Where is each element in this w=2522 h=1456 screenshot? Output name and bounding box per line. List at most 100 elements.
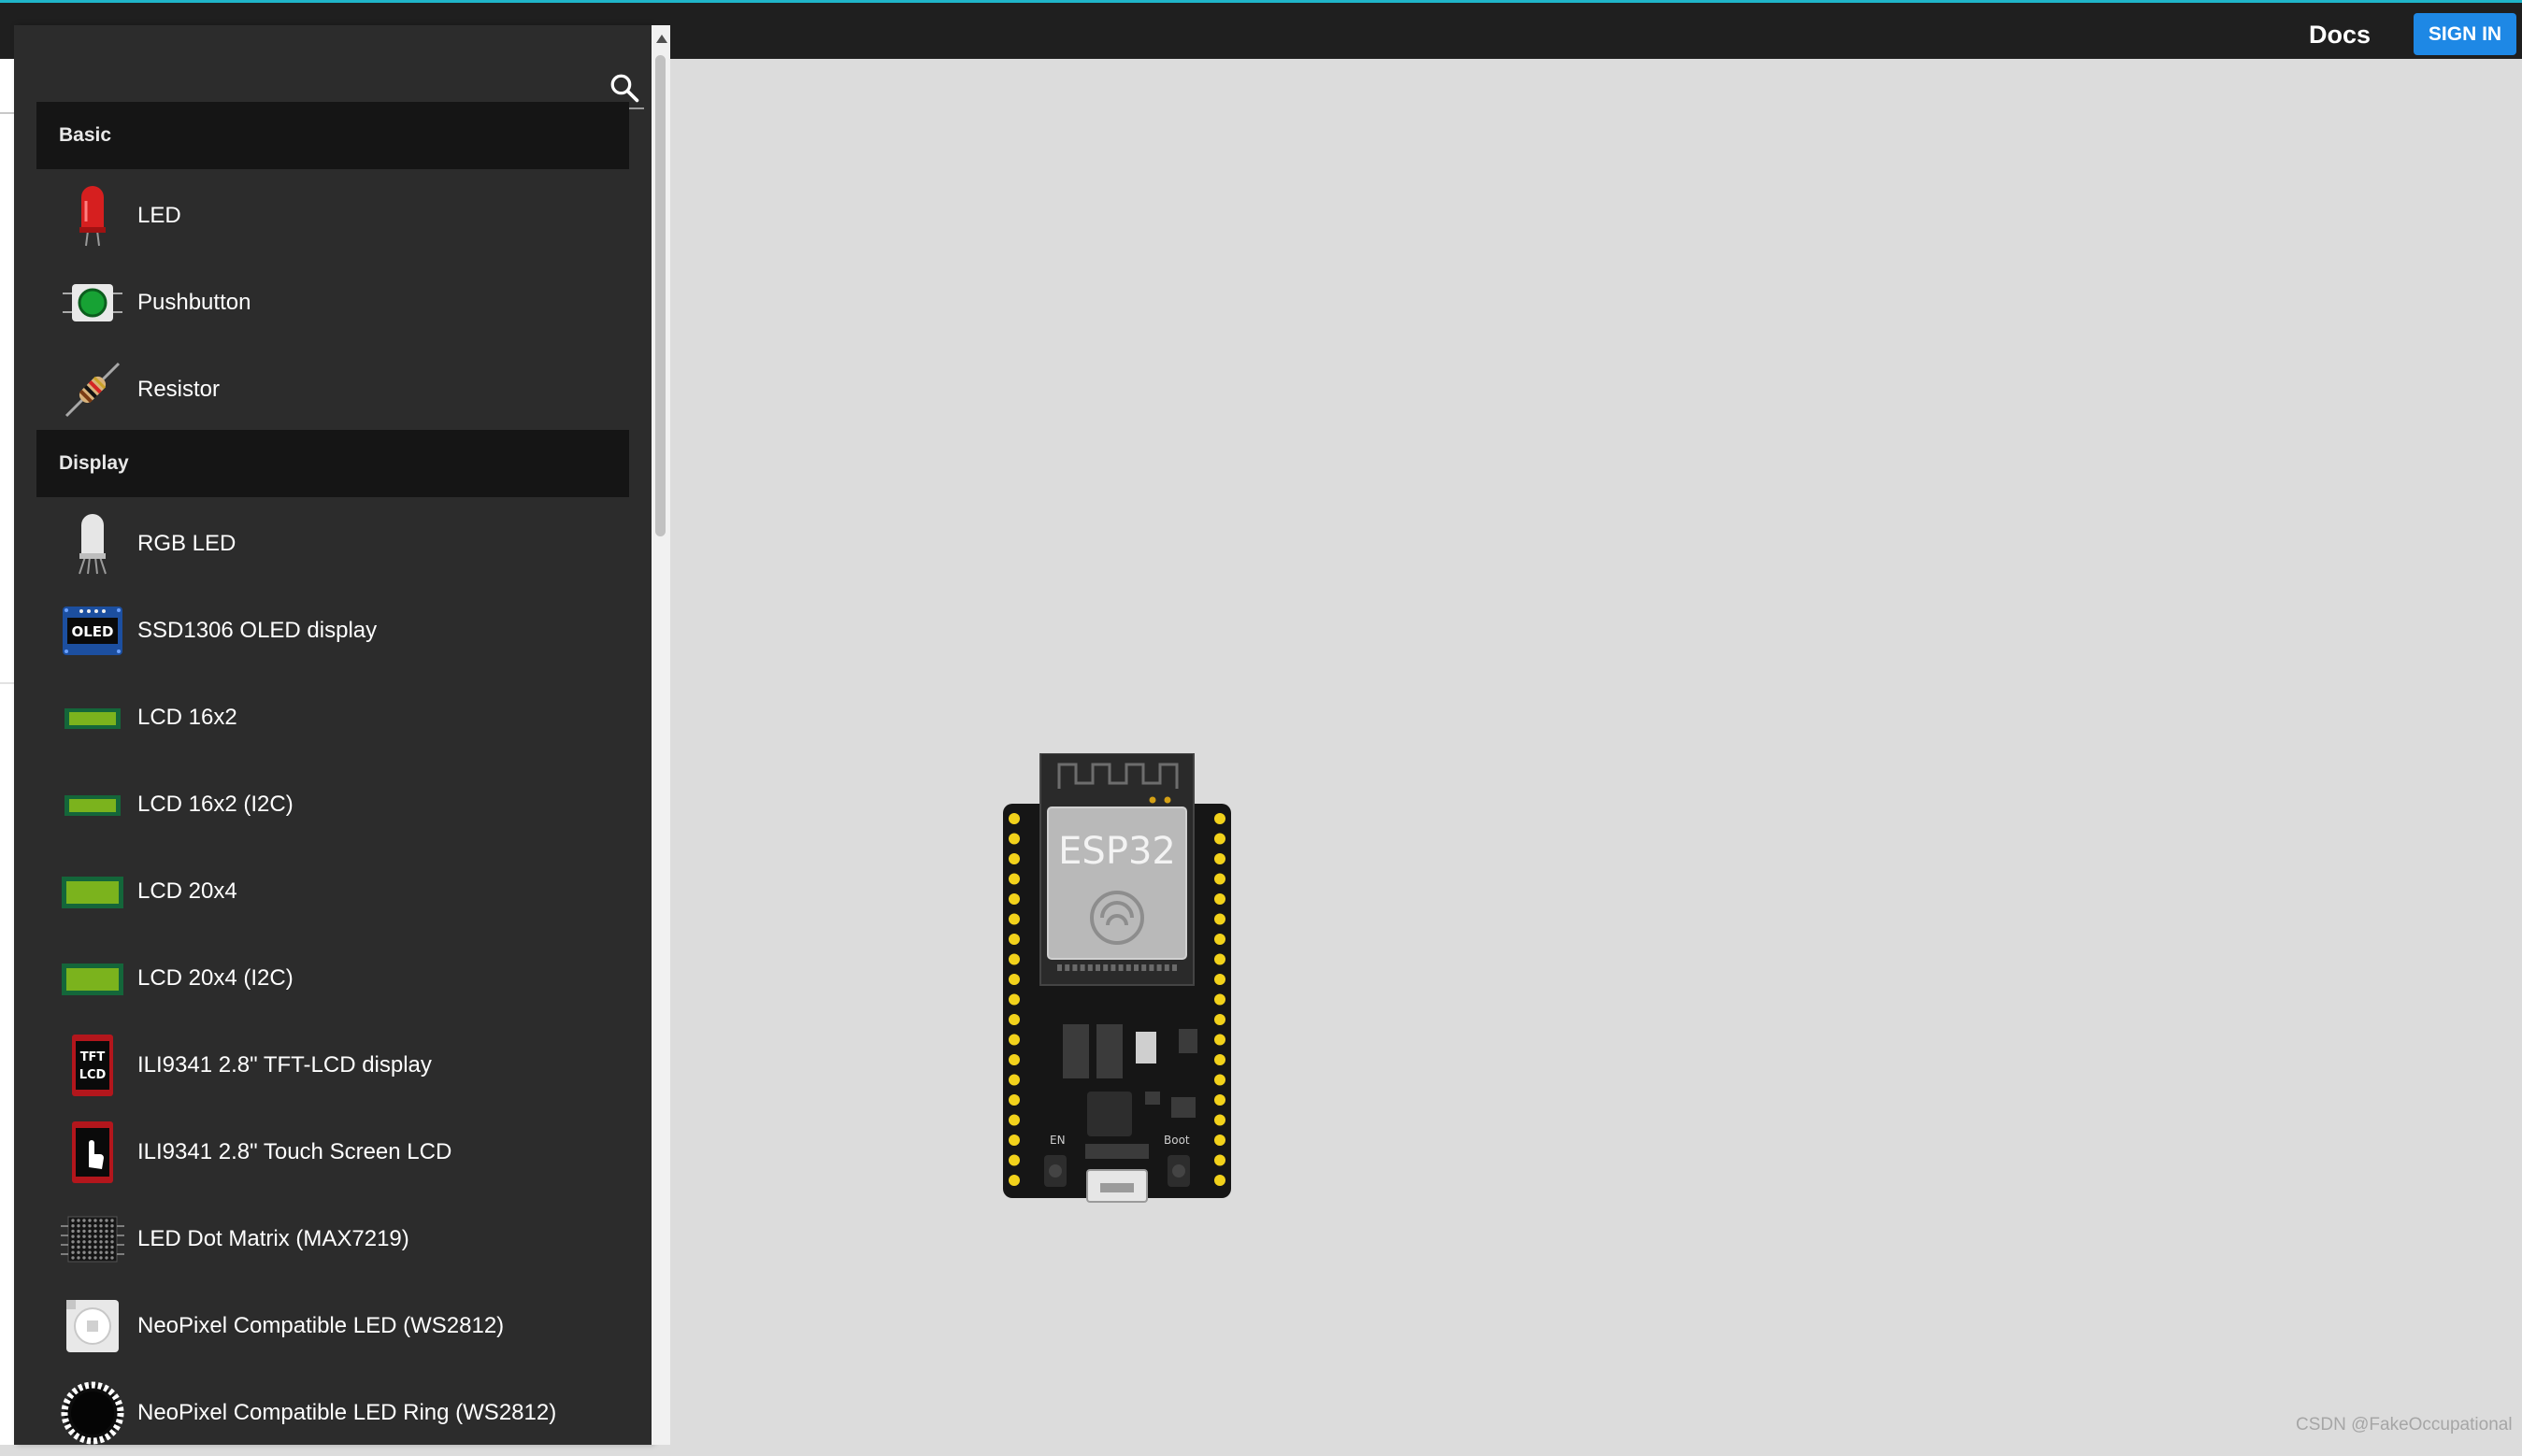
header-pin[interactable] — [1009, 913, 1020, 925]
header-pin[interactable] — [1009, 893, 1020, 905]
header-pin[interactable] — [1214, 953, 1225, 965]
part-item-ili9341-touch-screen[interactable]: ILI9341 2.8" Touch Screen LCD — [36, 1108, 629, 1195]
header-pin[interactable] — [1214, 1175, 1225, 1186]
header-pin[interactable] — [1214, 1034, 1225, 1046]
part-item-lcd-16x2[interactable]: LCD 16x2 — [36, 674, 629, 761]
scrollbar-thumb[interactable] — [655, 55, 666, 536]
header-pin[interactable] — [1009, 873, 1020, 885]
header-pin[interactable] — [1009, 1054, 1020, 1065]
header-pin[interactable] — [1009, 1094, 1020, 1106]
part-item-lcd-20x4-i2c[interactable]: LCD 20x4 (I2C) — [36, 935, 629, 1021]
header-pin[interactable] — [1009, 833, 1020, 845]
oled-icon-text: OLED — [71, 623, 113, 640]
header-pin[interactable] — [1214, 873, 1225, 885]
header-pin[interactable] — [1009, 1175, 1020, 1186]
header-pin[interactable] — [1009, 1135, 1020, 1146]
chip-pin — [1149, 964, 1154, 971]
matrix-dot — [110, 1229, 114, 1234]
matrix-dot — [93, 1245, 97, 1249]
header-pin[interactable] — [1009, 953, 1020, 965]
part-item-label: LCD 16x2 — [137, 705, 237, 730]
matrix-dot — [99, 1250, 103, 1254]
matrix-dot — [110, 1245, 114, 1249]
header-pin[interactable] — [1214, 1135, 1225, 1146]
matrix-dot — [71, 1250, 75, 1254]
lcd-icon — [62, 964, 123, 995]
lcd-icon-text: LCD — [79, 1068, 107, 1082]
matrix-dot — [93, 1240, 97, 1244]
header-pin[interactable] — [1009, 993, 1020, 1006]
matrix-dot — [110, 1235, 114, 1238]
chip-pin — [1118, 964, 1124, 971]
header-pin[interactable] — [1214, 993, 1225, 1006]
header-pin[interactable] — [1009, 1114, 1020, 1126]
matrix-dot — [105, 1240, 108, 1244]
header-pin[interactable] — [1214, 1154, 1225, 1166]
panel-scrollbar[interactable] — [652, 25, 670, 1445]
matrix-dot — [93, 1235, 97, 1238]
header-pin[interactable] — [1214, 893, 1225, 905]
esp32-board-icon: ESP32 EN Boot — [1003, 752, 1231, 1203]
matrix-dot — [77, 1245, 80, 1249]
simulation-canvas[interactable] — [673, 59, 2522, 1445]
docs-link[interactable]: Docs — [2309, 16, 2371, 53]
chip-pin — [1134, 964, 1139, 971]
header-pin[interactable] — [1009, 1154, 1020, 1166]
part-item-ili9341-tft-lcd[interactable]: TFT LCD ILI9341 2.8" TFT-LCD display — [36, 1021, 629, 1108]
part-item-lcd-16x2-i2c[interactable]: LCD 16x2 (I2C) — [36, 761, 629, 848]
header-pin[interactable] — [1214, 1074, 1225, 1086]
part-item-led-dot-matrix[interactable]: LED Dot Matrix (MAX7219) — [36, 1195, 629, 1282]
led-icon — [79, 186, 106, 247]
search-icon[interactable] — [609, 72, 640, 104]
header-pin[interactable] — [1214, 833, 1225, 845]
header-pin[interactable] — [1214, 1094, 1225, 1106]
matrix-dot — [77, 1224, 80, 1228]
part-item-neopixel-ring[interactable]: NeoPixel Compatible LED Ring (WS2812) — [36, 1369, 629, 1456]
header-pin[interactable] — [1214, 1054, 1225, 1065]
header-pin[interactable] — [1214, 974, 1225, 985]
matrix-dot — [105, 1256, 108, 1260]
header-pin[interactable] — [1009, 813, 1020, 824]
lcd-icon — [64, 795, 121, 816]
part-item-pushbutton[interactable]: Pushbutton — [36, 259, 629, 346]
esp32-board[interactable]: ESP32 EN Boot — [1003, 752, 1231, 1207]
header-pin[interactable] — [1009, 1014, 1020, 1025]
board-chip-label: ESP32 — [1058, 830, 1176, 873]
scroll-up-arrow-icon[interactable] — [656, 35, 667, 43]
matrix-dot — [71, 1240, 75, 1244]
header-pin[interactable] — [1214, 1014, 1225, 1025]
matrix-dot — [71, 1219, 75, 1222]
part-item-rgb-led[interactable]: RGB LED — [36, 500, 629, 587]
matrix-dot — [82, 1219, 86, 1222]
tft-lcd-icon: TFT LCD — [72, 1035, 113, 1096]
sign-in-button[interactable]: SIGN IN — [2414, 13, 2516, 55]
header-pin[interactable] — [1009, 1074, 1020, 1086]
header-pin[interactable] — [1009, 1034, 1020, 1046]
neopixel-ring-icon — [61, 1381, 124, 1445]
tft-icon-text: TFT — [80, 1050, 106, 1064]
part-item-label: SSD1306 OLED display — [137, 618, 378, 643]
header-pin[interactable] — [1009, 974, 1020, 985]
part-item-label: LCD 16x2 (I2C) — [137, 792, 294, 817]
matrix-dot — [77, 1240, 80, 1244]
part-item-ssd1306-oled[interactable]: OLED SSD1306 OLED display — [36, 587, 629, 674]
header-pin[interactable] — [1214, 813, 1225, 824]
part-item-led[interactable]: LED — [36, 172, 629, 259]
matrix-dot — [77, 1256, 80, 1260]
chip-pin — [1164, 964, 1169, 971]
header-pin[interactable] — [1214, 853, 1225, 864]
header-pin[interactable] — [1214, 913, 1225, 925]
header-pin[interactable] — [1009, 934, 1020, 945]
header-pin[interactable] — [1214, 1114, 1225, 1126]
search-input[interactable] — [36, 51, 592, 96]
part-item-lcd-20x4[interactable]: LCD 20x4 — [36, 848, 629, 935]
matrix-dot — [93, 1229, 97, 1234]
matrix-dot — [88, 1229, 92, 1234]
matrix-dot — [88, 1250, 92, 1254]
chip-pin — [1172, 964, 1177, 971]
matrix-dot — [110, 1256, 114, 1260]
header-pin[interactable] — [1214, 934, 1225, 945]
part-item-neopixel-led[interactable]: NeoPixel Compatible LED (WS2812) — [36, 1282, 629, 1369]
header-pin[interactable] — [1009, 853, 1020, 864]
part-item-resistor[interactable]: Resistor — [36, 346, 629, 433]
